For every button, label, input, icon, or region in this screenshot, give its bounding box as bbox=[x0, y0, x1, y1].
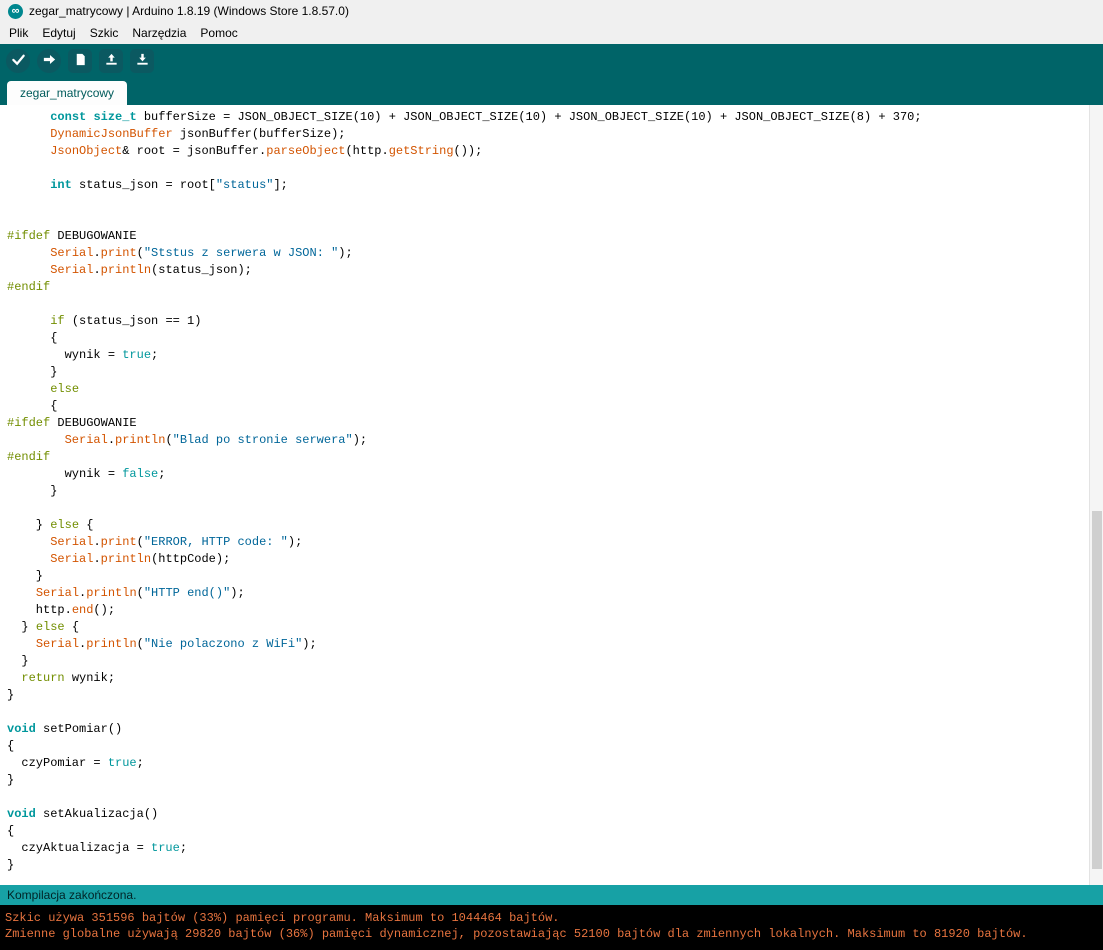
code-line: Serial.println("Blad po stronie serwera"… bbox=[64, 433, 368, 447]
code-line: wynik = false; bbox=[7, 467, 166, 481]
code-line: } bbox=[7, 858, 15, 872]
code-line: } else { bbox=[7, 620, 80, 634]
console-line: Szkic używa 351596 bajtów (33%) pamięci … bbox=[5, 911, 560, 925]
menu-item-narzdzia[interactable]: Narzędzia bbox=[125, 23, 193, 43]
code-line: #ifdef DEBUGOWANIE bbox=[7, 229, 137, 243]
title-bar[interactable]: ∞ zegar_matrycowy | Arduino 1.8.19 (Wind… bbox=[0, 0, 1103, 22]
code-line: czyAktualizacja = true; bbox=[7, 841, 188, 855]
code-line: } else { bbox=[7, 518, 94, 532]
save-button[interactable] bbox=[130, 49, 154, 73]
toolbar bbox=[0, 44, 1103, 78]
code-line: { bbox=[7, 824, 15, 838]
code-line: } bbox=[7, 484, 58, 498]
window-title: zegar_matrycowy | Arduino 1.8.19 (Window… bbox=[29, 4, 349, 18]
code-line: } bbox=[7, 654, 29, 668]
editor-scrollbar[interactable] bbox=[1089, 105, 1103, 885]
code-line: Serial.print("Ststus z serwera w JSON: "… bbox=[50, 246, 353, 260]
code-line: void setPomiar() bbox=[7, 722, 123, 736]
arduino-app-icon: ∞ bbox=[8, 3, 23, 19]
menu-item-szkic[interactable]: Szkic bbox=[83, 23, 126, 43]
code-line: czyPomiar = true; bbox=[7, 756, 144, 770]
code-line: { bbox=[7, 739, 15, 753]
new-sketch-button[interactable] bbox=[68, 49, 92, 73]
code-editor[interactable]: const size_t bufferSize = JSON_OBJECT_SI… bbox=[0, 105, 1103, 885]
check-icon bbox=[11, 52, 26, 70]
code-line: { bbox=[7, 399, 58, 413]
status-message: Kompilacja zakończona. bbox=[7, 888, 137, 902]
code-line: http.end(); bbox=[7, 603, 116, 617]
code-area: const size_t bufferSize = JSON_OBJECT_SI… bbox=[0, 105, 1103, 874]
code-line: Serial.println("Nie polaczono z WiFi"); bbox=[35, 637, 317, 651]
code-line: return wynik; bbox=[21, 671, 116, 685]
code-line: Serial.println(status_json); bbox=[50, 263, 252, 277]
tab-strip: zegar_matrycowy bbox=[0, 78, 1103, 105]
code-line: } bbox=[7, 365, 58, 379]
code-line: { bbox=[7, 331, 58, 345]
code-line: JsonObject& root = jsonBuffer.parseObjec… bbox=[50, 144, 483, 158]
code-line: void setAkualizacja() bbox=[7, 807, 159, 821]
verify-button[interactable] bbox=[6, 49, 30, 73]
ide-header: zegar_matrycowy bbox=[0, 44, 1103, 105]
arrow-up-icon bbox=[104, 52, 119, 70]
menu-item-edytuj[interactable]: Edytuj bbox=[35, 23, 82, 43]
code-line: } bbox=[7, 688, 15, 702]
code-line: #endif bbox=[7, 280, 51, 294]
menu-bar: Plik Edytuj Szkic Narzędzia Pomoc bbox=[0, 22, 1103, 44]
console-output: Szkic używa 351596 bajtów (33%) pamięci … bbox=[0, 905, 1103, 950]
editor-scrollbar-thumb[interactable] bbox=[1092, 510, 1102, 870]
code-line: #ifdef DEBUGOWANIE bbox=[7, 416, 137, 430]
menu-item-plik[interactable]: Plik bbox=[2, 23, 35, 43]
code-line: int status_json = root["status"]; bbox=[50, 178, 288, 192]
code-line: #endif bbox=[7, 450, 51, 464]
tab-zegar-matrycowy[interactable]: zegar_matrycowy bbox=[7, 81, 128, 105]
arrow-right-icon bbox=[42, 52, 57, 70]
code-line: if (status_json == 1) bbox=[50, 314, 202, 328]
code-line: else bbox=[50, 382, 80, 396]
status-bar: Kompilacja zakończona. bbox=[0, 885, 1103, 905]
open-button[interactable] bbox=[99, 49, 123, 73]
menu-item-pomoc[interactable]: Pomoc bbox=[193, 23, 244, 43]
console-line: Zmienne globalne używają 29820 bajtów (3… bbox=[5, 927, 1028, 941]
arrow-down-icon bbox=[135, 52, 150, 70]
code-line: const size_t bufferSize = JSON_OBJECT_SI… bbox=[50, 110, 922, 124]
code-line: Serial.println("HTTP end()"); bbox=[35, 586, 245, 600]
code-line: } bbox=[7, 773, 15, 787]
document-icon bbox=[73, 52, 88, 70]
code-line: Serial.println(httpCode); bbox=[50, 552, 231, 566]
code-line: } bbox=[7, 569, 44, 583]
code-line: wynik = true; bbox=[7, 348, 159, 362]
code-line: Serial.print("ERROR, HTTP code: "); bbox=[50, 535, 303, 549]
upload-button[interactable] bbox=[37, 49, 61, 73]
code-line: DynamicJsonBuffer jsonBuffer(bufferSize)… bbox=[50, 127, 346, 141]
